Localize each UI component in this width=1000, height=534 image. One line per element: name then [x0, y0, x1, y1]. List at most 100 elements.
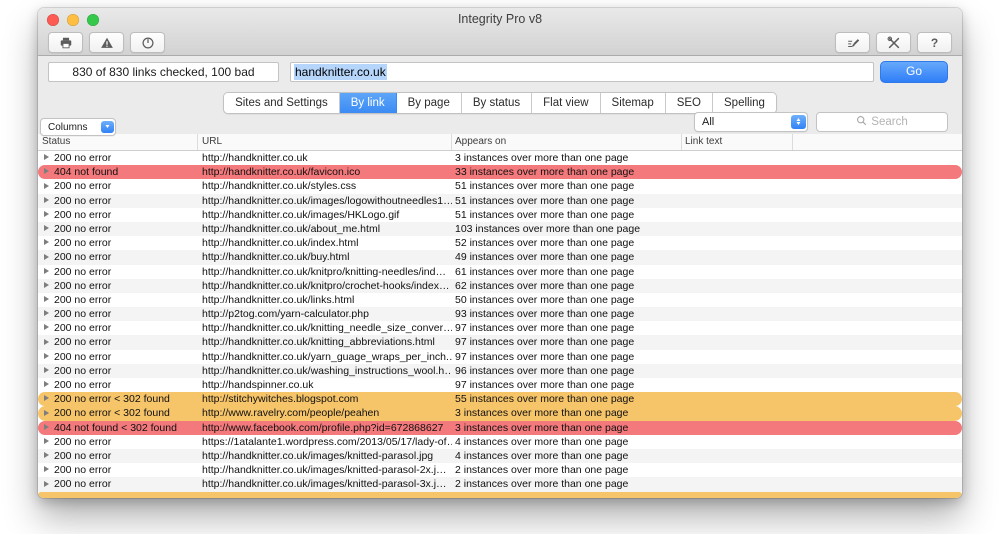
- appears-on-cell: 4 instances over more than one page: [452, 449, 682, 463]
- disclosure-triangle-icon[interactable]: [44, 339, 49, 345]
- url-cell: http://handknitter.co.uk/images/HKLogo.g…: [198, 208, 452, 222]
- disclosure-triangle-icon[interactable]: [44, 225, 49, 231]
- table-row[interactable]: 200 no error < 302 foundhttp://www.ravel…: [38, 406, 962, 420]
- row-filler: [793, 194, 962, 208]
- table-row[interactable]: 200 no errorhttp://handknitter.co.uk/buy…: [38, 250, 962, 264]
- disclosure-triangle-icon[interactable]: [44, 381, 49, 387]
- appears-on-cell: 52 instances over more than one page: [452, 236, 682, 250]
- scope-dropdown[interactable]: All ▴▾: [694, 112, 808, 132]
- disclosure-triangle-icon[interactable]: [44, 282, 49, 288]
- columns-dropdown[interactable]: Columns ▾: [40, 118, 116, 136]
- disclosure-triangle-icon[interactable]: [44, 367, 49, 373]
- activity-button[interactable]: [130, 32, 165, 53]
- link-text-cell: [682, 208, 793, 222]
- disclosure-triangle-icon[interactable]: [44, 239, 49, 245]
- table-row-partial[interactable]: [38, 492, 962, 498]
- link-text-cell: [682, 250, 793, 264]
- table-row[interactable]: 200 no errorhttp://handknitter.co.uk/ind…: [38, 236, 962, 250]
- column-header-status[interactable]: Status: [38, 134, 198, 150]
- disclosure-triangle-icon[interactable]: [44, 452, 49, 458]
- table-row[interactable]: 200 no errorhttp://p2tog.com/yarn-calcul…: [38, 307, 962, 321]
- tab-spelling[interactable]: Spelling: [713, 93, 776, 113]
- disclosure-triangle-icon[interactable]: [44, 410, 49, 416]
- table-row[interactable]: 200 no errorhttp://handknitter.co.uk/was…: [38, 364, 962, 378]
- status-text: 200 no error: [54, 223, 111, 235]
- column-header-appears-on[interactable]: Appears on: [452, 134, 682, 150]
- appears-on-cell: 61 instances over more than one page: [452, 265, 682, 279]
- tab-seo[interactable]: SEO: [666, 93, 713, 113]
- disclosure-triangle-icon[interactable]: [44, 395, 49, 401]
- column-header-url[interactable]: URL: [198, 134, 452, 150]
- zoom-button[interactable]: [87, 14, 99, 26]
- status-text: 200 no error: [54, 209, 111, 221]
- table-row[interactable]: 200 no errorhttp://handknitter.co.uk3 in…: [38, 151, 962, 165]
- row-filler: [793, 421, 962, 435]
- disclosure-triangle-icon[interactable]: [44, 424, 49, 430]
- disclosure-triangle-icon[interactable]: [44, 353, 49, 359]
- warnings-button[interactable]: [89, 32, 124, 53]
- url-input[interactable]: handknitter.co.uk: [290, 62, 874, 82]
- chevron-down-icon: ▾: [101, 121, 114, 133]
- tools-button[interactable]: [876, 32, 911, 53]
- table-row[interactable]: 200 no errorhttp://handknitter.co.uk/sty…: [38, 179, 962, 193]
- minimize-button[interactable]: [67, 14, 79, 26]
- traffic-lights: [47, 14, 99, 26]
- row-filler: [793, 236, 962, 250]
- tab-sites-and-settings[interactable]: Sites and Settings: [224, 93, 340, 113]
- table-row[interactable]: 200 no errorhttp://handknitter.co.uk/kni…: [38, 265, 962, 279]
- disclosure-triangle-icon[interactable]: [44, 438, 49, 444]
- disclosure-triangle-icon[interactable]: [44, 254, 49, 260]
- table-row[interactable]: 200 no errorhttp://handknitter.co.uk/kni…: [38, 279, 962, 293]
- search-input[interactable]: Search: [816, 112, 948, 132]
- disclosure-triangle-icon[interactable]: [44, 324, 49, 330]
- table-row[interactable]: 200 no errorhttp://handknitter.co.uk/kni…: [38, 335, 962, 349]
- status-cell: 200 no error < 302 found: [38, 392, 198, 406]
- table-row[interactable]: 200 no errorhttp://handknitter.co.uk/kni…: [38, 321, 962, 335]
- table-row[interactable]: 200 no errorhttp://handknitter.co.uk/ima…: [38, 194, 962, 208]
- tab-by-status[interactable]: By status: [462, 93, 532, 113]
- disclosure-triangle-icon[interactable]: [44, 197, 49, 203]
- go-button[interactable]: Go: [880, 61, 948, 83]
- table-row[interactable]: 404 not found < 302 foundhttp://www.face…: [38, 421, 962, 435]
- table-row[interactable]: 200 no errorhttp://handknitter.co.uk/ima…: [38, 449, 962, 463]
- url-cell: http://handknitter.co.uk/styles.css: [198, 179, 452, 193]
- table-row[interactable]: 200 no error http://handknitter.co.uk/ima…: [38, 208, 962, 222]
- status-text: 200 no error: [54, 308, 111, 320]
- tab-sitemap[interactable]: Sitemap: [601, 93, 666, 113]
- disclosure-triangle-icon[interactable]: [44, 154, 49, 160]
- disclosure-triangle-icon[interactable]: [44, 466, 49, 472]
- table-row[interactable]: 200 no errorhttps://1atalante1.wordpress…: [38, 435, 962, 449]
- tab-by-link[interactable]: By link: [340, 93, 397, 113]
- table-row[interactable]: 200 no errorhttp://handknitter.co.uk/ima…: [38, 463, 962, 477]
- appears-on-cell: 97 instances over more than one page: [452, 378, 682, 392]
- table-row[interactable]: 200 no error < 302 foundhttp://stitchywi…: [38, 392, 962, 406]
- printer-icon: [59, 36, 73, 50]
- preferences-button[interactable]: [835, 32, 870, 53]
- column-header-link-text[interactable]: Link text: [682, 134, 793, 150]
- disclosure-triangle-icon[interactable]: [44, 481, 49, 487]
- close-button[interactable]: [47, 14, 59, 26]
- table-row[interactable]: 200 no errorhttp://handknitter.co.uk/lin…: [38, 293, 962, 307]
- print-button[interactable]: [48, 32, 83, 53]
- status-text: 200 no error < 302 found: [54, 393, 170, 405]
- disclosure-triangle-icon[interactable]: [44, 268, 49, 274]
- url-cell: http://handknitter.co.uk/knitting_abbrev…: [198, 335, 452, 349]
- titlebar: Integrity Pro v8: [38, 8, 962, 56]
- table-row[interactable]: 200 no errorhttp://handspinner.co.uk97 i…: [38, 378, 962, 392]
- disclosure-triangle-icon[interactable]: [44, 168, 49, 174]
- disclosure-triangle-icon[interactable]: [44, 183, 49, 189]
- table-row[interactable]: 200 no errorhttp://handknitter.co.uk/abo…: [38, 222, 962, 236]
- tab-by-page[interactable]: By page: [397, 93, 462, 113]
- row-filler: [793, 293, 962, 307]
- table-row[interactable]: 200 no errorhttp://handknitter.co.uk/yar…: [38, 350, 962, 364]
- disclosure-triangle-icon[interactable]: [44, 296, 49, 302]
- tab-flat-view[interactable]: Flat view: [532, 93, 600, 113]
- table-header: Status URL Appears on Link text: [38, 134, 962, 151]
- row-filler: [793, 449, 962, 463]
- link-text-cell: [682, 307, 793, 321]
- table-row[interactable]: 200 no errorhttp://handknitter.co.uk/ima…: [38, 477, 962, 491]
- table-row[interactable]: 404 not foundhttp://handknitter.co.uk/fa…: [38, 165, 962, 179]
- disclosure-triangle-icon[interactable]: [44, 310, 49, 316]
- disclosure-triangle-icon[interactable]: [44, 211, 49, 217]
- help-button[interactable]: ?: [917, 32, 952, 53]
